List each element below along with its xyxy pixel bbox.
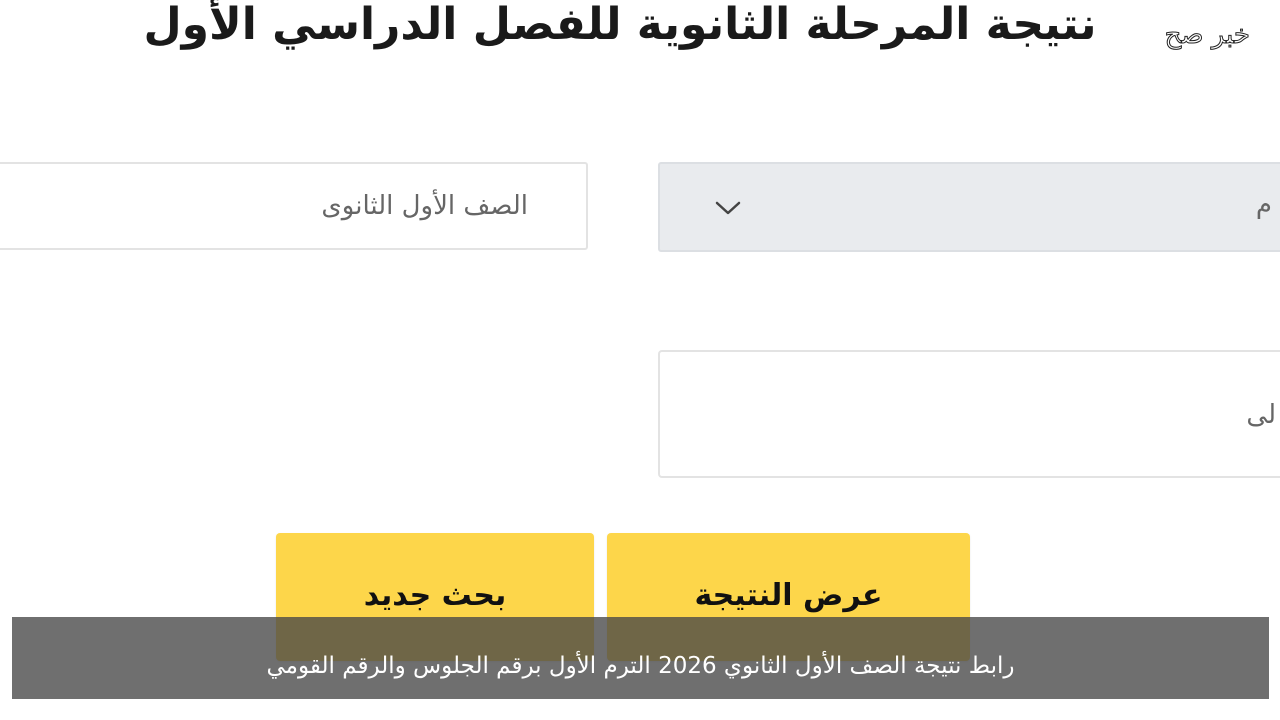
caption-text: رابط نتيجة الصف الأول الثانوي 2026 الترم… <box>266 653 1015 679</box>
seat-number-input[interactable]: لى <box>658 350 1280 478</box>
chevron-down-icon <box>715 201 741 215</box>
grade-field[interactable]: الصف الأول الثانوى <box>0 162 588 250</box>
seat-number-input-text: لى <box>1246 400 1276 430</box>
term-select[interactable]: م <box>658 162 1280 252</box>
watermark-logo: خبر صح <box>1164 20 1250 51</box>
caption-bar: رابط نتيجة الصف الأول الثانوي 2026 الترم… <box>12 617 1269 699</box>
term-select-value: م <box>1255 190 1272 220</box>
grade-field-value: الصف الأول الثانوى <box>321 191 528 221</box>
page-title: نتيجة المرحلة الثانوية للفصل الدراسي الأ… <box>143 0 1097 50</box>
